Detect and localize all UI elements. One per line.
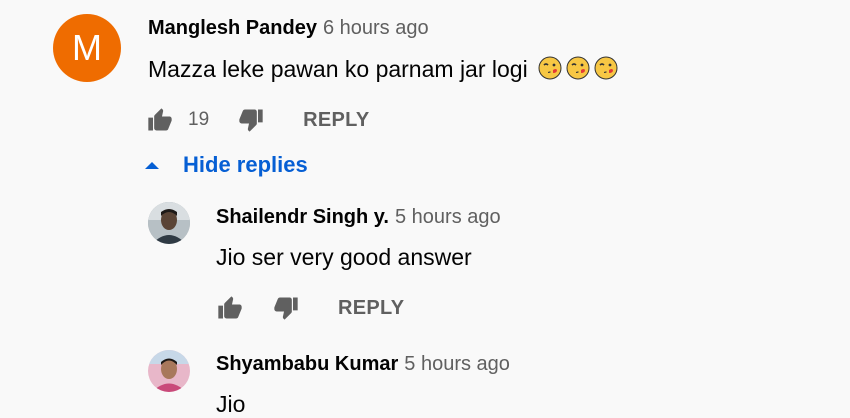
- comment-time[interactable]: 6 hours ago: [323, 17, 429, 39]
- thumbs-down-icon[interactable]: [272, 294, 300, 322]
- reply-header: Shyambabu Kumar 5 hours ago: [216, 353, 510, 376]
- avatar[interactable]: [148, 350, 190, 392]
- comment-author[interactable]: Manglesh Pandey: [148, 17, 317, 39]
- reply-time[interactable]: 5 hours ago: [395, 206, 501, 228]
- reply-text: Jio ser very good answer: [216, 244, 472, 270]
- like-count: 19: [188, 109, 210, 130]
- hide-replies-label: Hide replies: [183, 152, 308, 177]
- comment-actions: 19 REPLY: [146, 106, 369, 134]
- comment-text-content: Mazza leke pawan ko parnam jar logi: [148, 56, 528, 82]
- reply-button[interactable]: REPLY: [303, 109, 369, 132]
- hide-replies-button[interactable]: Hide replies: [145, 152, 308, 178]
- face-blowing-kiss-icon: [594, 56, 618, 80]
- thumbs-up-icon[interactable]: [216, 294, 244, 322]
- face-blowing-kiss-icon: [566, 56, 590, 80]
- reply-button[interactable]: REPLY: [338, 297, 404, 320]
- reply-author[interactable]: Shyambabu Kumar: [216, 353, 398, 375]
- reply-header: Shailendr Singh y. 5 hours ago: [216, 206, 501, 229]
- avatar[interactable]: [148, 202, 190, 244]
- comment-text: Mazza leke pawan ko parnam jar logi: [148, 56, 618, 83]
- reply-actions: REPLY: [216, 294, 404, 322]
- thumbs-down-icon[interactable]: [237, 106, 265, 134]
- reply-author[interactable]: Shailendr Singh y.: [216, 206, 389, 228]
- avatar[interactable]: M: [53, 14, 121, 82]
- comment-header: Manglesh Pandey 6 hours ago: [148, 17, 429, 40]
- thumbs-up-icon[interactable]: [146, 106, 174, 134]
- reply-time[interactable]: 5 hours ago: [404, 353, 510, 375]
- face-blowing-kiss-icon: [538, 56, 562, 80]
- caret-up-icon: [145, 161, 159, 169]
